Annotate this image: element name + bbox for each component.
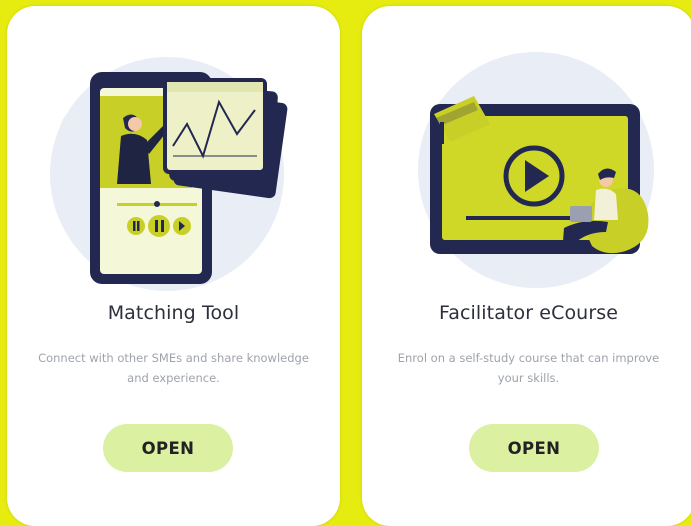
card-title: Matching Tool [107, 302, 240, 324]
facilitator-ecourse-card: Facilitator eCourse Enrol on a self-stud… [362, 6, 691, 526]
card-description: Connect with other SMEs and share knowle… [38, 351, 309, 385]
phone-with-chart-illustration [50, 57, 288, 291]
card-title: Facilitator eCourse [438, 302, 619, 324]
matching-tool-card: Matching Tool Connect with other SMEs an… [7, 6, 340, 526]
open-facilitator-ecourse-button[interactable]: OPEN [469, 424, 599, 472]
open-matching-tool-button[interactable]: OPEN [103, 424, 233, 472]
video-course-illustration [418, 52, 654, 288]
card-description: Enrol on a self-study course that can im… [397, 351, 660, 385]
